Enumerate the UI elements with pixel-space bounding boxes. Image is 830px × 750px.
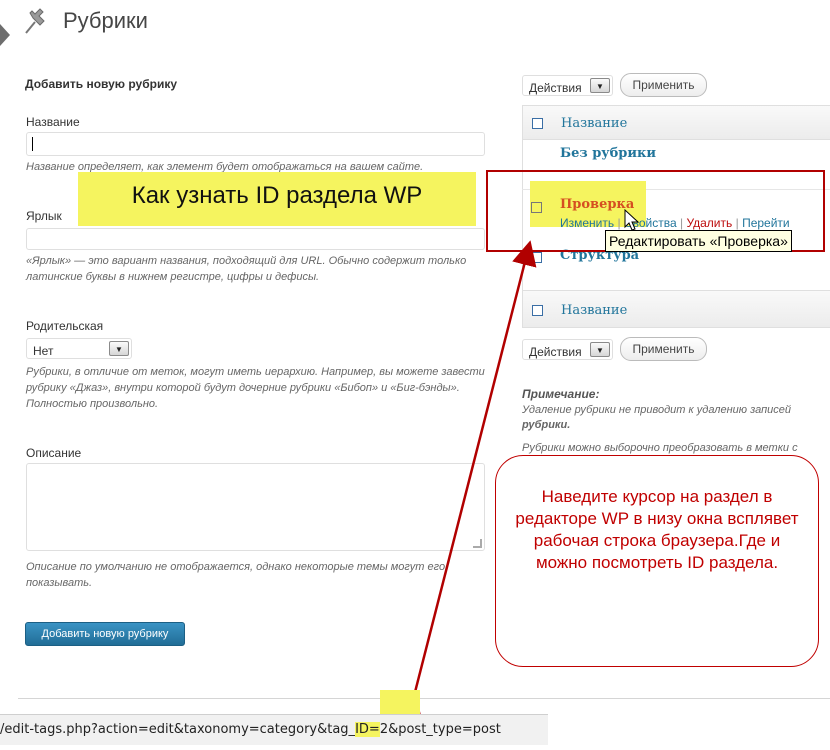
- description-hint: Описание по умолчанию не отображается, о…: [26, 561, 446, 589]
- status-url: /edit-tags.php?action=edit&taxonomy=cate…: [0, 722, 501, 737]
- description-textarea[interactable]: [26, 463, 485, 551]
- note-text-line2: рубрики.: [522, 419, 571, 431]
- note-text-convert: Рубрики можно выборочно преобразовать в …: [522, 442, 798, 454]
- bulk-actions-select-top[interactable]: Действия ▼: [522, 75, 613, 96]
- browser-status-bar: /edit-tags.php?action=edit&taxonomy=cate…: [0, 714, 548, 745]
- select-all-checkbox-bottom[interactable]: [532, 305, 543, 316]
- select-all-checkbox[interactable]: [532, 118, 543, 129]
- name-input[interactable]: [26, 132, 485, 156]
- collapse-arrow-icon[interactable]: [0, 24, 10, 46]
- parent-label: Родительская: [26, 319, 104, 333]
- chevron-down-icon: ▼: [590, 342, 610, 357]
- description-label: Описание: [26, 446, 82, 460]
- slug-input[interactable]: [26, 228, 485, 250]
- column-name-footer[interactable]: Название: [561, 303, 627, 318]
- resize-handle-icon[interactable]: [473, 539, 482, 548]
- apply-button-top[interactable]: Применить: [620, 73, 707, 97]
- note-title: Примечание:: [522, 387, 600, 401]
- annotation-banner: Как узнать ID раздела WP: [78, 172, 476, 226]
- parent-hint: Рубрики, в отличие от меток, могут иметь…: [26, 366, 485, 410]
- bulk-actions-value: Действия: [529, 345, 582, 359]
- note-text-line1: Удаление рубрики не приводит к удалению …: [522, 404, 792, 416]
- apply-button-bottom[interactable]: Применить: [620, 337, 707, 361]
- slug-label: Ярлык: [26, 209, 62, 223]
- status-url-suffix: &post_type=post: [388, 722, 501, 737]
- chevron-down-icon: ▼: [109, 341, 129, 356]
- column-name-header[interactable]: Название: [561, 116, 627, 131]
- table-header: Название: [522, 105, 830, 140]
- row-checkbox[interactable]: [531, 252, 542, 263]
- bulk-actions-select-bottom[interactable]: Действия ▼: [522, 339, 613, 360]
- table-footer: Название: [522, 290, 830, 328]
- footer-divider: [18, 698, 830, 699]
- text-cursor: [32, 137, 33, 151]
- slug-hint: «Ярлык» — это вариант названия, подходящ…: [26, 255, 467, 283]
- annotation-callout-text: Наведите курсор на раздел в редакторе WP…: [515, 487, 799, 572]
- add-category-button[interactable]: Добавить новую рубрику: [25, 622, 185, 646]
- add-category-heading: Добавить новую рубрику: [25, 77, 178, 91]
- bulk-actions-value: Действия: [529, 81, 582, 95]
- parent-select-value: Нет: [33, 344, 54, 358]
- annotation-banner-text: Как узнать ID раздела WP: [131, 182, 423, 209]
- row-name-uncategorized[interactable]: Без рубрики: [560, 146, 656, 161]
- pushpin-icon: [25, 8, 45, 34]
- annotation-callout: Наведите курсор на раздел в редакторе WP…: [495, 455, 819, 667]
- chevron-down-icon: ▼: [590, 78, 610, 93]
- page-title: Рубрики: [63, 8, 148, 33]
- name-label: Название: [26, 115, 80, 129]
- status-url-id-value: 2: [379, 722, 389, 737]
- status-url-prefix: /edit-tags.php?action=edit&taxonomy=cate…: [0, 722, 356, 737]
- parent-select[interactable]: Нет ▼: [26, 338, 132, 359]
- link-tooltip: Редактировать «Проверка»: [605, 230, 792, 252]
- status-url-id-label: ID=: [355, 722, 380, 737]
- status-highlight-marker: [380, 690, 420, 714]
